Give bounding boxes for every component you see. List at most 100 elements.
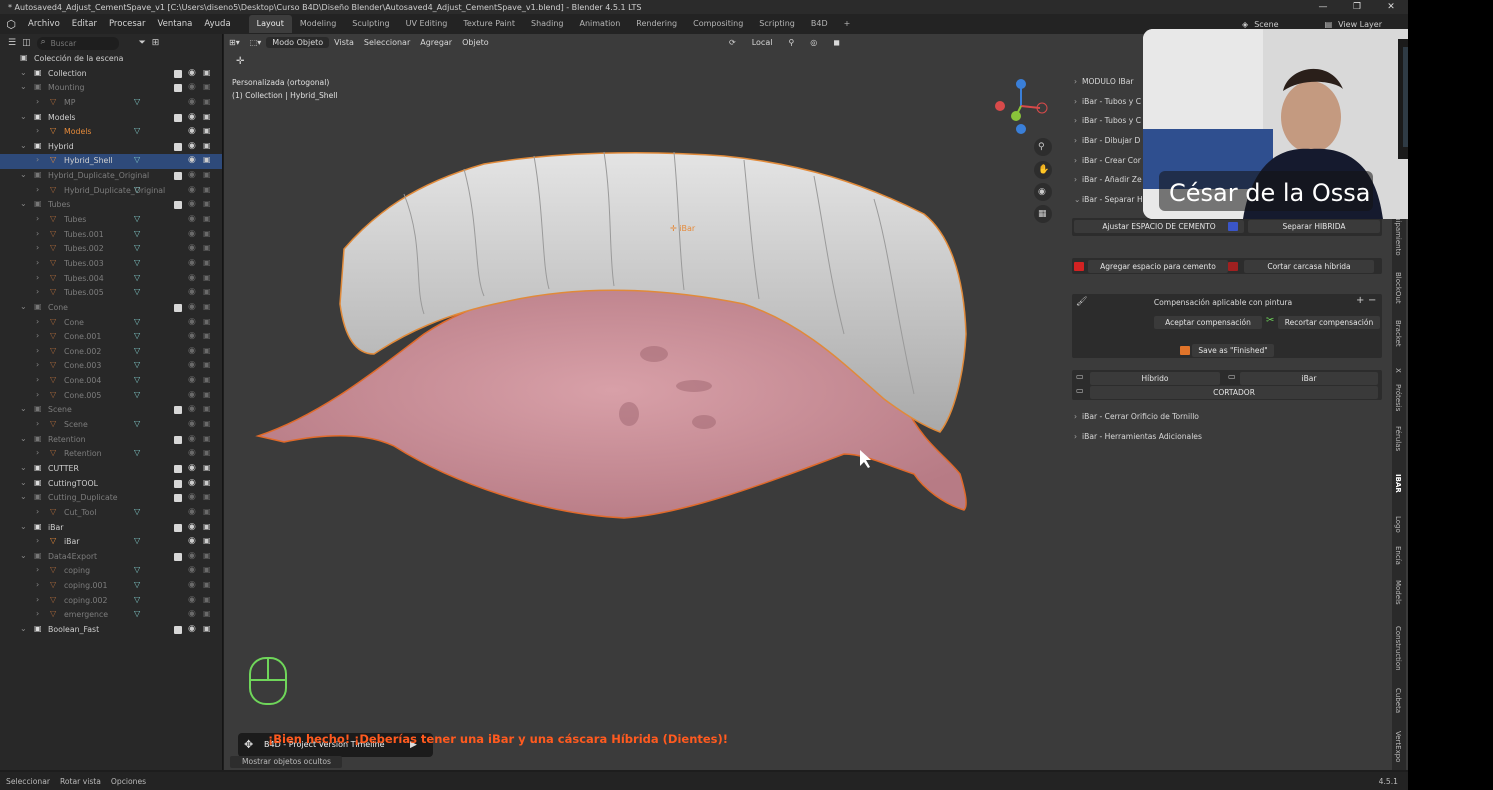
cut-hybrid-shell-button[interactable]: Cortar carcasa híbrida [1244, 260, 1374, 273]
camera-icon[interactable]: ▣ [203, 434, 211, 443]
chevron-right-icon[interactable]: › [36, 375, 39, 384]
eye-icon[interactable]: ◉ [188, 595, 196, 605]
pan-hand-icon[interactable]: ✋ [1038, 165, 1049, 175]
outliner-row[interactable]: › ▽ coping.001 ▽ ◉ ▣ [0, 579, 222, 594]
camera-icon[interactable]: ▣ [203, 375, 211, 384]
eye-icon[interactable]: ◉ [188, 434, 196, 444]
chevron-right-icon[interactable]: › [36, 287, 39, 296]
eye-icon[interactable]: ◉ [188, 492, 196, 502]
outliner-row[interactable]: › ▽ Cone.005 ▽ ◉ ▣ [0, 389, 222, 404]
chevron-right-icon[interactable]: › [36, 126, 39, 135]
checkbox[interactable] [174, 172, 182, 181]
camera-icon[interactable]: ▣ [203, 317, 211, 326]
eye-icon[interactable]: ◉ [188, 551, 196, 561]
eye-icon[interactable]: ◉ [188, 155, 196, 165]
mesh-data-icon[interactable]: ▽ [134, 243, 140, 252]
tab-modeling[interactable]: Modeling [292, 15, 344, 33]
outliner-row[interactable]: › ▽ Tubes.003 ▽ ◉ ▣ [0, 257, 222, 272]
camera-icon[interactable]: ▣ [203, 346, 211, 355]
outliner-row[interactable]: › ▽ Cone.004 ▽ ◉ ▣ [0, 374, 222, 389]
camera-icon[interactable]: ▣ [203, 112, 211, 121]
close-button[interactable]: ✕ [1374, 0, 1408, 14]
eye-icon[interactable]: ◉ [188, 273, 196, 283]
chevron-right-icon[interactable]: › [36, 317, 39, 326]
eye-icon[interactable]: ◉ [188, 624, 196, 634]
camera-icon[interactable]: ▣ [203, 492, 211, 501]
separate-hybrid-button[interactable]: Separar HIBRIDA [1248, 220, 1380, 233]
sidebar-tab[interactable]: Construction [1394, 626, 1402, 671]
menu-editar[interactable]: Editar [66, 14, 103, 34]
outliner-row[interactable]: › ▽ Cone.002 ▽ ◉ ▣ [0, 345, 222, 360]
checkbox[interactable] [174, 479, 182, 488]
eye-icon[interactable]: ◉ [188, 522, 196, 532]
outliner-row[interactable]: › ▽ Tubes.004 ▽ ◉ ▣ [0, 272, 222, 287]
chevron-down-icon[interactable]: ⌄ [20, 478, 27, 487]
maximize-button[interactable]: ❐ [1340, 0, 1374, 14]
chevron-right-icon[interactable]: › [36, 331, 39, 340]
checkbox[interactable] [174, 406, 182, 415]
camera-icon[interactable]: ▣ [203, 390, 211, 399]
outliner-row[interactable]: › ▽ Cone.003 ▽ ◉ ▣ [0, 359, 222, 374]
mesh-data-icon[interactable]: ▽ [134, 229, 140, 238]
checkbox[interactable] [174, 494, 182, 503]
eye-icon[interactable]: ◉ [188, 214, 196, 224]
checkbox[interactable] [174, 201, 182, 210]
camera-icon[interactable]: ▣ [203, 243, 211, 252]
chevron-right-icon[interactable]: › [36, 507, 39, 516]
mesh-data-icon[interactable]: ▽ [134, 419, 140, 428]
camera-icon[interactable]: ▣ [203, 419, 211, 428]
eye-icon[interactable]: ◉ [188, 331, 196, 341]
eye-icon[interactable]: ◉ [188, 97, 196, 107]
camera-icon[interactable]: ▣ [203, 580, 211, 589]
editor-type-icon[interactable]: ☰ [8, 38, 16, 48]
plus-icon[interactable]: + [1356, 295, 1364, 306]
camera-icon[interactable]: ▣ [203, 155, 211, 164]
checkbox[interactable] [174, 84, 182, 93]
mesh-data-icon[interactable]: ▽ [134, 375, 140, 384]
camera-icon[interactable]: ▣ [203, 82, 211, 91]
eye-icon[interactable]: ◉ [188, 478, 196, 488]
minus-icon[interactable]: − [1368, 295, 1376, 306]
camera-icon[interactable]: ▣ [203, 170, 211, 179]
eye-icon[interactable]: ◉ [188, 346, 196, 356]
sidebar-tab[interactable]: uipamiento [1394, 216, 1402, 256]
tab-b4d[interactable]: B4D [803, 15, 836, 33]
camera-icon[interactable]: ▣ [203, 609, 211, 618]
chevron-right-icon[interactable]: › [36, 243, 39, 252]
mesh-data-icon[interactable]: ▽ [134, 287, 140, 296]
chevron-down-icon[interactable]: ⌄ [20, 199, 27, 208]
mesh-data-icon[interactable]: ▽ [134, 360, 140, 369]
sidebar-tab[interactable]: Cubeta [1394, 688, 1402, 713]
mesh-data-icon[interactable]: ▽ [134, 258, 140, 267]
chevron-down-icon[interactable]: ⌄ [20, 404, 27, 413]
eye-icon[interactable]: ◉ [188, 82, 196, 92]
minimize-button[interactable]: — [1306, 0, 1340, 14]
eye-icon[interactable]: ◉ [188, 68, 196, 78]
section-cerrar-orificio[interactable]: › iBar - Cerrar Orificio de Tornillo [1068, 407, 1384, 427]
outliner-row[interactable]: › ▽ Tubes.002 ▽ ◉ ▣ [0, 242, 222, 257]
chevron-right-icon[interactable]: › [36, 536, 39, 545]
mesh-data-icon[interactable]: ▽ [134, 448, 140, 457]
outliner-row[interactable]: › ▽ Tubes ▽ ◉ ▣ [0, 213, 222, 228]
camera-icon[interactable]: ▣ [203, 522, 211, 531]
save-finished-button[interactable]: Save as "Finished" [1192, 344, 1274, 357]
camera-icon[interactable]: ▣ [203, 536, 211, 545]
mesh-data-icon[interactable]: ▽ [134, 317, 140, 326]
scene-selector[interactable]: Scene [1254, 20, 1278, 29]
hibrido-button[interactable]: Híbrido [1090, 372, 1220, 385]
outliner-row[interactable]: ⌄ ▣ Hybrid_Duplicate_Original ◉ ▣ [0, 169, 222, 184]
checkbox[interactable] [174, 142, 182, 151]
checkbox[interactable] [174, 552, 182, 561]
chevron-right-icon[interactable]: › [36, 580, 39, 589]
sidebar-tab[interactable]: X [1394, 368, 1402, 373]
menu-ventana[interactable]: Ventana [151, 14, 198, 34]
eye-icon[interactable]: ◉ [188, 112, 196, 122]
outliner-row[interactable]: ⌄ ▣ Mounting ◉ ▣ [0, 81, 222, 96]
outliner-row[interactable]: › ▽ MP ▽ ◉ ▣ [0, 96, 222, 111]
zoom-icon[interactable]: ⚲ [1038, 142, 1045, 152]
chevron-right-icon[interactable]: › [36, 185, 39, 194]
tab-sculpting[interactable]: Sculpting [344, 15, 397, 33]
chevron-right-icon[interactable]: › [36, 609, 39, 618]
eye-icon[interactable]: ◉ [188, 243, 196, 253]
mesh-data-icon[interactable]: ▽ [134, 390, 140, 399]
